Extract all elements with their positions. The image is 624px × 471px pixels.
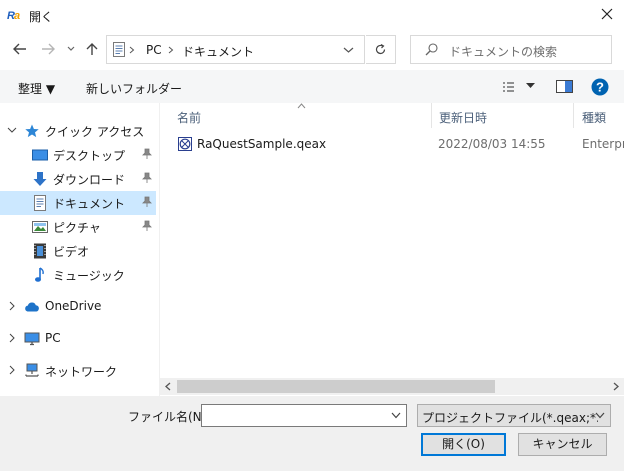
collapsed-chevron-icon[interactable]	[7, 365, 17, 375]
nav-item-downloads[interactable]: ダウンロード	[0, 167, 156, 191]
nav-item-quick-access[interactable]: クイック アクセス	[0, 119, 156, 143]
star-icon	[25, 124, 39, 138]
collapsed-chevron-icon[interactable]	[7, 301, 17, 311]
file-name: RaQuestSample.qeax	[197, 137, 327, 151]
download-icon	[33, 172, 47, 186]
app-logo-icon: R a	[7, 8, 23, 21]
new-folder-button[interactable]: 新しいフォルダー	[86, 80, 182, 97]
filetype-dropdown-icon[interactable]	[595, 412, 605, 419]
filename-label: ファイル名(N):	[128, 410, 211, 424]
expanded-chevron-icon[interactable]	[7, 125, 17, 135]
nav-item-pc[interactable]: PC	[0, 327, 156, 351]
column-separator[interactable]	[573, 103, 574, 128]
nav-item-onedrive[interactable]: OneDrive	[0, 295, 156, 319]
column-header-type[interactable]: 種類	[582, 109, 606, 126]
view-options-icon[interactable]	[502, 81, 518, 93]
nav-item-documents[interactable]: ドキュメント	[0, 191, 156, 215]
svg-text:a: a	[14, 10, 20, 21]
address-bar[interactable]: PC ドキュメント	[106, 35, 365, 64]
breadcrumb-pc[interactable]: PC	[146, 43, 162, 57]
search-placeholder: ドキュメントの検索	[449, 45, 558, 59]
up-arrow-icon[interactable]	[84, 41, 100, 57]
nav-label: デスクトップ	[53, 149, 126, 163]
title-bar: R a 開く	[0, 0, 624, 30]
open-button[interactable]: 開く(O)	[421, 433, 506, 456]
column-header-row: 名前 更新日時 種類	[160, 103, 624, 128]
column-separator[interactable]	[431, 103, 432, 128]
music-icon	[35, 267, 44, 282]
breadcrumb-separator-icon	[168, 46, 174, 54]
document-icon	[34, 195, 46, 211]
project-file-icon	[178, 137, 192, 151]
nav-label: PC	[45, 331, 61, 345]
nav-item-music[interactable]: ミュージック	[0, 263, 156, 287]
pin-icon[interactable]	[141, 172, 153, 184]
command-toolbar: 整理 ▼ 新しいフォルダー ?	[0, 70, 624, 103]
nav-label: クイック アクセス	[45, 125, 145, 139]
nav-label: ピクチャ	[53, 221, 101, 235]
pin-icon[interactable]	[141, 148, 153, 160]
nav-item-network[interactable]: ネットワーク	[0, 359, 156, 383]
file-date: 2022/08/03 14:55	[438, 137, 546, 151]
picture-icon	[32, 221, 48, 233]
nav-item-videos[interactable]: ビデオ	[0, 239, 156, 263]
window-title: 開く	[29, 10, 54, 24]
organize-button[interactable]: 整理 ▼	[18, 80, 55, 97]
preview-pane-icon[interactable]	[556, 80, 573, 93]
navigation-pane: クイック アクセス デスクトップ ダウンロード ドキュメント ピクチャ ビデオ …	[0, 103, 159, 396]
document-folder-icon	[113, 42, 125, 57]
nav-item-desktop[interactable]: デスクトップ	[0, 143, 156, 167]
column-header-name[interactable]: 名前	[177, 109, 201, 126]
filename-dropdown-icon[interactable]	[391, 412, 401, 419]
recent-locations-chevron-icon[interactable]	[66, 41, 76, 57]
filename-field[interactable]	[201, 404, 407, 427]
nav-label: ビデオ	[53, 245, 90, 259]
network-icon	[25, 363, 39, 377]
help-icon[interactable]: ?	[591, 78, 609, 96]
forward-arrow-icon[interactable]	[40, 41, 56, 57]
view-dropdown-icon[interactable]	[526, 83, 535, 89]
cloud-icon	[25, 302, 39, 312]
pin-icon[interactable]	[141, 196, 153, 208]
cancel-button[interactable]: キャンセル	[518, 433, 607, 456]
nav-label: ドキュメント	[53, 197, 126, 211]
scroll-right-icon[interactable]	[612, 382, 620, 391]
filetype-value: プロジェクトファイル(*.qeax;*.qea;*.	[422, 411, 598, 425]
column-header-date[interactable]: 更新日時	[439, 109, 487, 126]
refresh-button[interactable]	[366, 35, 396, 64]
breadcrumb-documents[interactable]: ドキュメント	[182, 43, 254, 60]
desktop-icon	[32, 149, 48, 161]
address-history-dropdown-icon[interactable]	[343, 46, 354, 54]
search-input[interactable]: ドキュメントの検索	[410, 35, 612, 64]
video-icon	[34, 243, 46, 259]
horizontal-scrollbar[interactable]	[160, 378, 624, 395]
svg-text:?: ?	[596, 80, 604, 95]
dialog-footer: ファイル名(N): プロジェクトファイル(*.qeax;*.qea;*. 開く(…	[0, 396, 624, 471]
nav-label: OneDrive	[45, 299, 102, 313]
scrollbar-thumb[interactable]	[177, 380, 495, 393]
pc-icon	[24, 332, 40, 346]
nav-label: ダウンロード	[53, 173, 126, 187]
nav-item-pictures[interactable]: ピクチャ	[0, 215, 156, 239]
filetype-select[interactable]: プロジェクトファイル(*.qeax;*.qea;*.	[417, 404, 611, 427]
collapsed-chevron-icon[interactable]	[7, 333, 17, 343]
scroll-left-icon[interactable]	[164, 382, 172, 391]
nav-label: ネットワーク	[45, 365, 118, 379]
close-icon[interactable]	[598, 5, 616, 23]
list-item[interactable]: RaQuestSample.qeax 2022/08/03 14:55 Ente…	[160, 133, 624, 155]
pin-icon[interactable]	[141, 220, 153, 232]
search-icon	[425, 43, 438, 56]
back-arrow-icon[interactable]	[12, 41, 28, 57]
nav-label: ミュージック	[53, 269, 125, 283]
file-type: Enterpri	[582, 137, 624, 151]
sort-ascending-icon	[297, 103, 306, 109]
refresh-icon	[375, 43, 386, 55]
breadcrumb-separator-icon	[129, 46, 135, 54]
